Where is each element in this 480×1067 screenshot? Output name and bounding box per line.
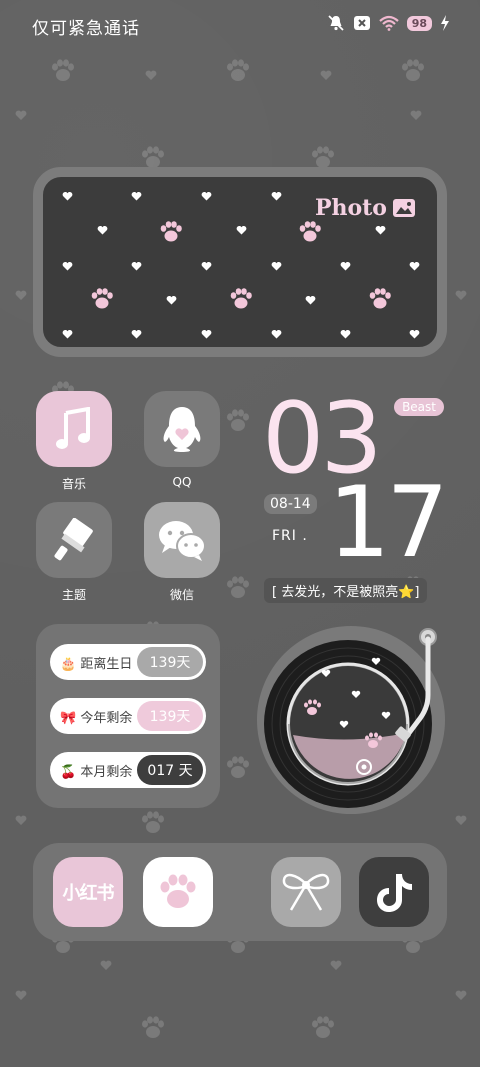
- photo-widget[interactable]: Photo: [33, 167, 447, 357]
- countdown-label: 🎀 今年剩余: [60, 710, 133, 726]
- qq-tile[interactable]: [144, 391, 220, 467]
- photo-label-text: Photo: [314, 195, 387, 221]
- paw-app[interactable]: [143, 857, 213, 927]
- app-label-theme: 主题: [61, 588, 86, 602]
- xiaohongshu-logo: 小红书: [62, 883, 115, 904]
- music-note-icon: [56, 407, 90, 449]
- battery-icon: 98: [406, 15, 432, 31]
- carrier-text: 仅可紧急通话: [32, 19, 140, 39]
- wifi-icon: [378, 15, 399, 31]
- chat-bubbles-icon: [159, 521, 206, 561]
- countdown-row-month: 🍒 本月剩余 017 天: [50, 752, 206, 788]
- tiktok-app[interactable]: [359, 857, 429, 927]
- status-bar: 仅可紧急通话 98: [0, 0, 480, 48]
- app-wechat[interactable]: 微信: [144, 502, 220, 603]
- countdown-value: 139天: [137, 647, 203, 677]
- cherry-icon: 🍒: [60, 764, 77, 780]
- countdown-label: 🍒 本月剩余: [60, 764, 133, 780]
- beast-badge: Beast: [394, 398, 444, 416]
- sim-blocked-icon: [353, 16, 370, 30]
- charging-icon: [441, 15, 449, 31]
- cake-icon: 🎂: [60, 656, 77, 672]
- countdown-row-birthday: 🎂 距离生日 139天: [50, 644, 206, 680]
- paint-brush-icon: [54, 518, 93, 561]
- music-player-widget[interactable]: [256, 625, 446, 815]
- ribbon-icon: 🎀: [60, 710, 77, 726]
- countdown-widget[interactable]: 🎂 距离生日 139天 🎀 今年剩余 139天 🍒 本月剩余 017 天: [36, 624, 220, 808]
- image-icon: [393, 199, 415, 217]
- paw-icon: [160, 874, 196, 908]
- app-label-qq: QQ: [172, 475, 192, 489]
- countdown-value: 017 天: [137, 755, 203, 785]
- mute-bell-icon: [328, 15, 344, 31]
- countdown-label: 🎂 距离生日: [60, 656, 133, 672]
- clock-widget[interactable]: 03 17 Beast 08-14 FRI .: [262, 390, 462, 600]
- theme-tile[interactable]: [36, 502, 112, 578]
- penguin-icon: [163, 407, 201, 452]
- status-icons: 98: [327, 14, 450, 32]
- bow-app[interactable]: [271, 857, 341, 927]
- clock-date: 08-14: [264, 494, 317, 514]
- wechat-tile[interactable]: [144, 502, 220, 578]
- bow-icon: [282, 873, 330, 911]
- music-tile[interactable]: [36, 391, 112, 467]
- clock-weekday: FRI .: [272, 528, 308, 544]
- photo-label: Photo: [315, 195, 415, 221]
- countdown-row-year: 🎀 今年剩余 139天: [50, 698, 206, 734]
- app-music[interactable]: 音乐: [36, 391, 112, 492]
- app-label-wechat: 微信: [169, 588, 194, 602]
- tiktok-icon: [377, 874, 412, 912]
- clock-minute: 17: [328, 466, 449, 580]
- dock: 小红书: [33, 843, 447, 941]
- countdown-value: 139天: [137, 701, 203, 731]
- app-qq[interactable]: QQ: [144, 391, 220, 489]
- xiaohongshu-app[interactable]: 小红书: [53, 857, 123, 927]
- app-label-music: 音乐: [61, 477, 86, 491]
- app-theme[interactable]: 主题: [36, 502, 112, 603]
- quote-text: [ 去发光，不是被照亮⭐]: [264, 578, 428, 603]
